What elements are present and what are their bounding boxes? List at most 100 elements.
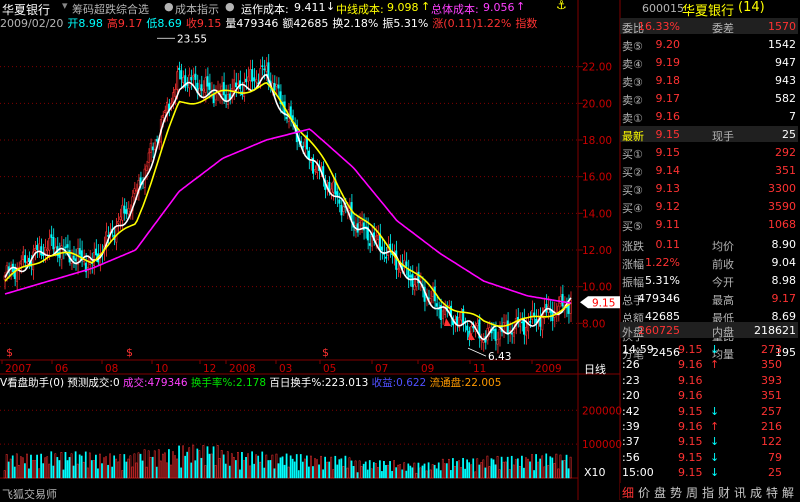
tick-row[interactable]: :20 9.16 351: [620, 387, 798, 403]
anchor-icon[interactable]: ⚓: [556, 0, 567, 12]
tick-volume: 79: [768, 450, 782, 464]
bid-row-5[interactable]: 买⑤ 9.11 1068: [620, 216, 798, 233]
arrow-up-icon: ↑: [421, 0, 431, 13]
stat-value: 0.11: [655, 238, 681, 251]
volume-bar: [484, 467, 487, 479]
ask-row-4[interactable]: 卖④ 9.19 947: [620, 54, 798, 71]
tick-row[interactable]: 15:00 9.15 ↓ 25: [620, 464, 798, 480]
panel-tab[interactable]: 盘: [654, 484, 666, 501]
price-axis-label: 18.00: [582, 135, 612, 147]
stat-row[interactable]: 振幅 5.31% 今开 8.98: [620, 272, 798, 289]
arrow-down-icon[interactable]: ▾: [62, 0, 68, 12]
ask-label: 卖②: [622, 94, 643, 107]
volume-bar: [237, 452, 239, 479]
candle-body: [232, 79, 235, 91]
index-button[interactable]: 指数: [515, 17, 537, 30]
candle-body: [123, 205, 126, 214]
tick-row[interactable]: :23 9.16 393: [620, 372, 798, 388]
candle-body: [261, 65, 264, 68]
volume-bar: [379, 460, 381, 479]
ask-row-2[interactable]: 卖② 9.17 582: [620, 90, 798, 107]
volume-bar: [401, 469, 404, 479]
ask-row-3[interactable]: 卖③ 9.18 943: [620, 72, 798, 89]
candle-body: [21, 251, 24, 260]
stat-row[interactable]: 涨幅 1.22% 前收 9.04: [620, 254, 798, 271]
candle-body: [529, 321, 532, 323]
outer-inner-row[interactable]: 外盘 260725 内盘 218621: [620, 322, 798, 339]
panel-tab[interactable]: 特: [766, 484, 778, 501]
volume-bar: [383, 460, 385, 479]
candle-body: [149, 142, 152, 153]
signal-dollar-icon: $: [126, 346, 133, 359]
panel-tab[interactable]: 指: [702, 484, 714, 501]
stat-label: 前收: [712, 258, 734, 271]
volume-bar: [34, 460, 36, 479]
candle-body: [395, 250, 398, 270]
panel-tab[interactable]: 解: [782, 484, 794, 501]
stock-code: 600015: [642, 2, 684, 15]
candle-body: [44, 247, 47, 255]
panel-tab[interactable]: 细: [622, 484, 634, 501]
volume-bar: [456, 461, 458, 479]
turnover-rate-stat: 换手率%:2.178: [190, 377, 267, 389]
volume-bar: [131, 466, 134, 479]
panel-tab[interactable]: 讯: [734, 484, 746, 501]
volume-bar: [5, 454, 8, 479]
bid-row-4[interactable]: 买④ 9.12 3590: [620, 198, 798, 215]
candle-body: [376, 234, 379, 240]
candle-body: [190, 77, 193, 81]
tick-time: :42: [622, 404, 640, 418]
weibi-row[interactable]: 委比 16.33% 委差 1570: [620, 18, 798, 35]
ask-row-1[interactable]: 卖① 9.16 7: [620, 108, 798, 125]
volume-bar: [90, 460, 93, 479]
outer-value: 260725: [638, 324, 680, 337]
tick-row[interactable]: :42 9.15 ↓ 257: [620, 403, 798, 419]
panel-tab[interactable]: 成: [750, 484, 762, 501]
stat-row[interactable]: 总手 479346 最高 9.17: [620, 290, 798, 307]
candle-body: [200, 84, 203, 91]
volume-bar: [411, 467, 414, 479]
stat-row[interactable]: 涨跌 0.11 均价 8.90: [620, 236, 798, 253]
panel-tab[interactable]: 周: [686, 484, 698, 501]
bid-row-2[interactable]: 买② 9.14 351: [620, 162, 798, 179]
volume-bar: [44, 457, 47, 479]
volume-bar: [563, 460, 566, 479]
arrow-up-icon: ↑: [710, 358, 720, 372]
tick-volume: 351: [761, 389, 782, 403]
tick-row[interactable]: :56 9.15 ↓ 79: [620, 449, 798, 465]
panel-tab[interactable]: 价: [638, 484, 650, 501]
tick-row[interactable]: :37 9.15 ↓ 122: [620, 433, 798, 449]
volume-title[interactable]: V看盘助手(0): [0, 377, 64, 389]
ask-row-5[interactable]: 卖⑤ 9.20 1542: [620, 36, 798, 53]
arrow-down-icon: ↓: [710, 450, 720, 464]
candle-body: [180, 70, 183, 80]
candle-body: [541, 317, 544, 331]
volume-bar: [306, 455, 308, 479]
volume-bar: [502, 461, 505, 479]
candle-body: [34, 248, 37, 251]
volume-bar: [105, 456, 107, 479]
volume-bar: [60, 452, 63, 479]
candle-body: [202, 88, 205, 92]
panel-tab[interactable]: 财: [718, 484, 730, 501]
volume-bar: [232, 457, 235, 479]
volume-bar: [271, 454, 274, 479]
period-daily-tab[interactable]: 日线: [584, 361, 606, 377]
bid-row-3[interactable]: 买③ 9.13 3300: [620, 180, 798, 197]
volume-bar: [427, 462, 430, 479]
volume-bar: [330, 456, 333, 479]
tick-row[interactable]: :26 9.16 ↑ 350: [620, 356, 798, 372]
volume-bar: [387, 464, 389, 479]
candle-body: [494, 328, 497, 341]
bid-row-1[interactable]: 买① 9.15 292: [620, 144, 798, 161]
volume-axis-label: 100000: [582, 439, 622, 451]
ask-price: 9.20: [655, 38, 681, 51]
latest-row[interactable]: 最新 9.15 现手 25: [620, 126, 798, 143]
panel-tab[interactable]: 势: [670, 484, 682, 501]
volume-bar: [569, 456, 572, 479]
tick-row[interactable]: 14:59 9.15 ↓ 273: [620, 341, 798, 357]
ask-volume: 582: [775, 92, 796, 105]
x-axis-label: 11: [473, 363, 486, 375]
volume-axis-label: 200000: [582, 405, 622, 417]
tick-row[interactable]: :39 9.16 ↑ 216: [620, 418, 798, 434]
